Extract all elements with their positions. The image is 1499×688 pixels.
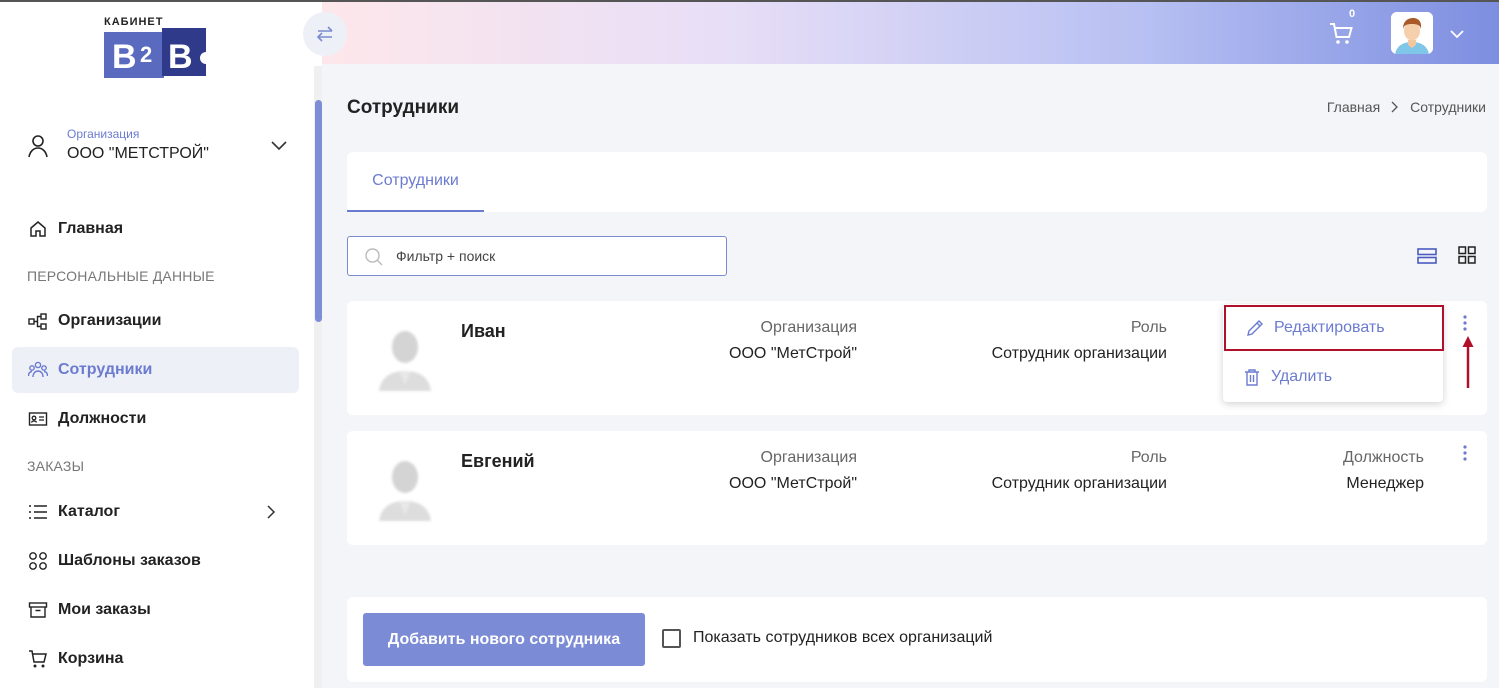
breadcrumb-home-link[interactable]: Главная [1327, 99, 1380, 115]
organization-label: Организация [67, 127, 140, 141]
svg-text:B: B [168, 38, 193, 76]
role-column-label: Роль [1130, 449, 1167, 466]
employee-photo-placeholder [379, 461, 431, 521]
position-column-label: Должность [1343, 449, 1424, 466]
position-column-value: Менеджер [1346, 475, 1424, 492]
employee-card[interactable]: Евгений Организация ООО "МетСтрой" Роль … [347, 431, 1487, 545]
bottom-actions-bar: Добавить нового сотрудника Показать сотр… [347, 597, 1487, 682]
more-vertical-icon[interactable] [1458, 313, 1472, 333]
nav-label-home: Главная [58, 220, 124, 237]
collapse-sidebar-button[interactable] [303, 12, 347, 56]
nav-section-personal: ПЕРСОНАЛЬНЫЕ ДАННЫЕ [27, 268, 215, 284]
show-all-orgs-checkbox[interactable] [662, 629, 681, 648]
id-card-icon [28, 409, 48, 429]
nav-item-home[interactable]: Главная [12, 206, 299, 252]
role-column-label: Роль [1130, 319, 1167, 336]
nav-label-cart: Корзина [58, 650, 124, 667]
chevron-down-icon[interactable] [270, 136, 288, 154]
org-column-label: Организация [760, 319, 858, 336]
role-column-value: Сотрудник организации [991, 345, 1167, 362]
users-group-icon [28, 360, 48, 380]
top-header: 0 [322, 0, 1499, 64]
svg-text:2: 2 [140, 42, 152, 67]
user-icon [28, 135, 48, 158]
organization-name: ООО "МЕТСТРОЙ" [67, 145, 209, 162]
pencil-icon [1246, 319, 1264, 337]
circles-grid-icon [28, 551, 48, 571]
employee-role-column: Роль Сотрудник организации [992, 319, 1167, 363]
nav-item-my-orders[interactable]: Мои заказы [12, 587, 299, 633]
nav-label-catalog: Каталог [58, 503, 120, 520]
tab-employees[interactable]: Сотрудники [347, 152, 484, 212]
avatar-person-icon [1391, 12, 1433, 54]
breadcrumb: Главная Сотрудники [1327, 99, 1486, 115]
logo-puzzle-icon: B 2 B [104, 28, 206, 78]
menu-item-delete[interactable]: Удалить [1223, 354, 1443, 400]
menu-item-delete-label: Удалить [1271, 368, 1333, 385]
show-all-orgs-label[interactable]: Показать сотрудников всех организаций [693, 629, 992, 647]
employee-name[interactable]: Иван [461, 321, 506, 342]
header-cart-icon[interactable] [1328, 20, 1354, 46]
sidebar-scrollbar[interactable] [314, 66, 322, 688]
account-chevron-down-icon[interactable] [1449, 26, 1465, 42]
more-vertical-icon[interactable] [1458, 443, 1472, 463]
employee-org-column: Организация ООО "МетСтрой" [729, 449, 857, 493]
hierarchy-icon [28, 311, 48, 331]
cart-icon [28, 649, 48, 669]
nav-label-order-templates: Шаблоны заказов [58, 552, 201, 569]
menu-item-edit[interactable]: Редактировать [1224, 305, 1444, 351]
nav-item-cart[interactable]: Корзина [12, 636, 299, 682]
swap-arrows-icon [316, 26, 333, 42]
svg-text:B: B [112, 38, 137, 76]
chevron-right-icon [267, 505, 276, 519]
employee-photo-placeholder [379, 331, 431, 391]
org-column-value: ООО "МетСтрой" [729, 345, 857, 362]
search-input[interactable] [396, 245, 716, 267]
role-column-value: Сотрудник организации [991, 475, 1167, 492]
nav-label-organizations: Организации [58, 312, 162, 329]
add-employee-button[interactable]: Добавить нового сотрудника [363, 613, 645, 666]
menu-item-edit-label: Редактировать [1274, 319, 1385, 336]
nav-item-employees[interactable]: Сотрудники [12, 347, 299, 393]
nav-item-organizations[interactable]: Организации [12, 298, 299, 344]
employee-org-column: Организация ООО "МетСтрой" [729, 319, 857, 363]
scrollbar-thumb[interactable] [315, 100, 322, 322]
b2b-logo[interactable]: КАБИНЕТ B 2 B [100, 16, 210, 82]
cart-count-badge: 0 [1349, 8, 1356, 20]
page-title: Сотрудники [347, 97, 460, 118]
org-column-value: ООО "МетСтрой" [729, 475, 857, 492]
list-icon [28, 502, 48, 522]
home-icon [28, 219, 48, 239]
org-column-label: Организация [760, 449, 858, 466]
breadcrumb-current: Сотрудники [1410, 99, 1486, 115]
nav-section-orders: ЗАКАЗЫ [27, 458, 85, 474]
tabs-bar: Сотрудники [347, 152, 1487, 212]
grid-view-icon[interactable] [1458, 246, 1476, 264]
organization-selector[interactable]: Организация ООО "МЕТСТРОЙ" [26, 124, 296, 168]
nav-item-positions[interactable]: Должности [12, 396, 299, 442]
logo-caption: КАБИНЕТ [104, 16, 164, 28]
trash-icon [1243, 368, 1261, 386]
list-view-icon[interactable] [1417, 246, 1437, 266]
search-icon [365, 248, 383, 266]
nav-label-positions: Должности [58, 410, 147, 427]
employee-position-column: Должность Менеджер [1343, 449, 1424, 493]
box-icon [28, 600, 48, 620]
user-avatar[interactable] [1391, 12, 1433, 54]
sidebar: КАБИНЕТ B 2 B Организация ООО "МЕТСТРОЙ"… [0, 0, 322, 688]
employee-actions-menu: Редактировать Удалить [1223, 304, 1444, 402]
search-box[interactable] [347, 236, 727, 276]
nav-item-catalog[interactable]: Каталог [12, 489, 299, 535]
employee-name[interactable]: Евгений [461, 451, 535, 472]
nav-item-order-templates[interactable]: Шаблоны заказов [12, 538, 299, 584]
employee-role-column: Роль Сотрудник организации [992, 449, 1167, 493]
nav-label-my-orders: Мои заказы [58, 601, 151, 618]
breadcrumb-chevron-icon [1391, 101, 1399, 113]
nav-label-employees: Сотрудники [58, 361, 153, 378]
annotation-arrow-icon [1462, 336, 1474, 388]
